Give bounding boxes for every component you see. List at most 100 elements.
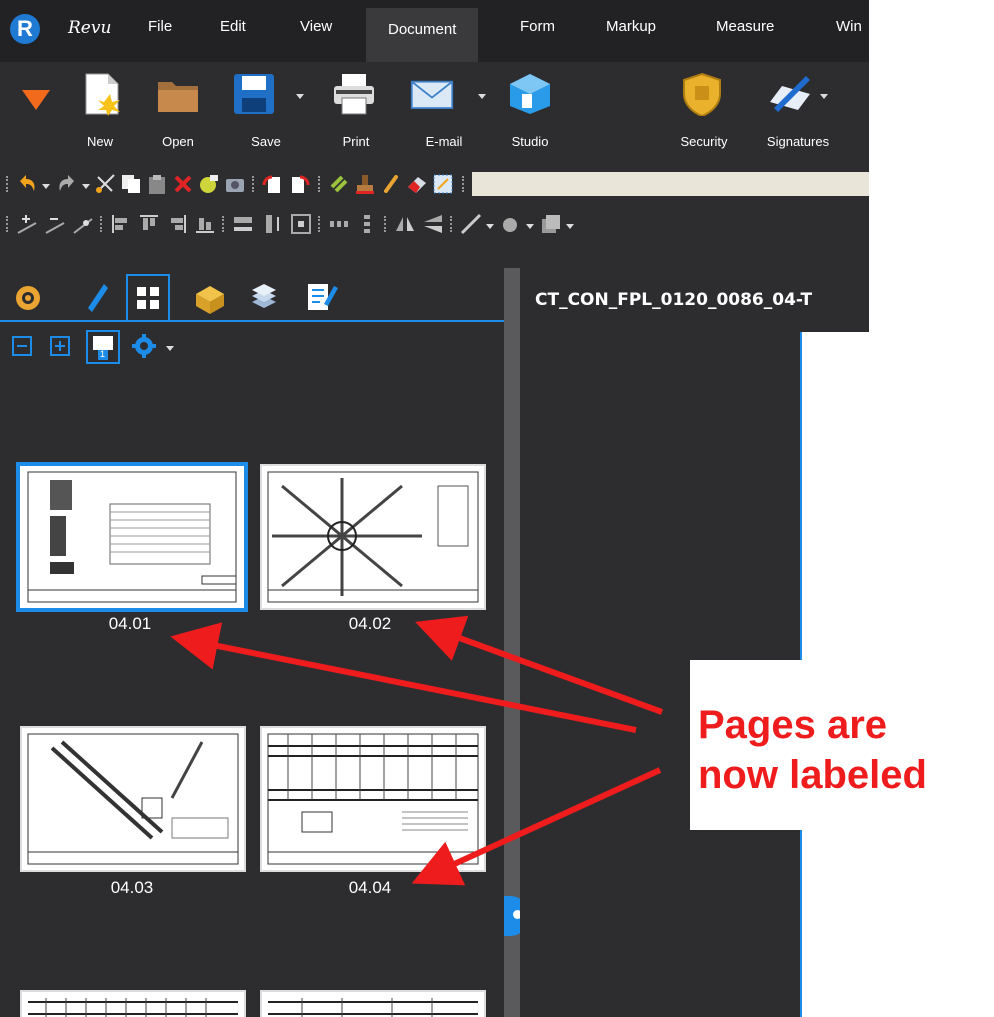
studio-cube-icon[interactable] xyxy=(508,72,552,116)
align-right-icon[interactable] xyxy=(166,213,188,235)
menu-window[interactable]: Win xyxy=(836,18,862,35)
page-thumbnail-1[interactable] xyxy=(16,462,248,612)
signatures-dropdown-icon[interactable] xyxy=(820,94,828,99)
attachment-clip-icon[interactable] xyxy=(380,173,402,195)
settings-dropdown-icon[interactable] xyxy=(166,346,174,351)
capture-region-icon[interactable] xyxy=(432,173,454,195)
rotate-left-icon[interactable] xyxy=(262,173,284,195)
ribbon: New Open Save Print E-mail Studio Securi… xyxy=(0,62,869,162)
studio-button-label[interactable]: Studio xyxy=(495,134,565,149)
revu-logo-icon[interactable]: R xyxy=(10,14,40,44)
undo-icon[interactable] xyxy=(16,173,38,195)
menu-form[interactable]: Form xyxy=(520,18,555,35)
add-point-icon[interactable] xyxy=(16,213,38,235)
align-top-icon[interactable] xyxy=(138,213,160,235)
page-thumbnail-4[interactable] xyxy=(260,726,486,872)
rotate-right-icon[interactable] xyxy=(288,173,310,195)
fill-color-dropdown-icon[interactable] xyxy=(526,224,534,229)
security-button-label[interactable]: Security xyxy=(669,134,739,149)
layers-icon[interactable] xyxy=(244,274,284,318)
printer-icon[interactable] xyxy=(332,72,376,116)
snapshot-camera-icon[interactable] xyxy=(224,173,246,195)
print-button-label[interactable]: Print xyxy=(321,134,391,149)
toolbar-separator xyxy=(462,176,466,192)
delete-icon[interactable] xyxy=(172,173,194,195)
edit-point-icon[interactable] xyxy=(72,213,94,235)
toolbar-input-field[interactable] xyxy=(472,172,869,196)
center-align-icon[interactable] xyxy=(290,213,312,235)
properties-icon[interactable] xyxy=(300,274,340,318)
toolbar-separator xyxy=(100,216,104,232)
distribute-horizontal-icon[interactable] xyxy=(232,213,254,235)
line-color-dropdown-icon[interactable] xyxy=(486,224,494,229)
link-icon[interactable] xyxy=(328,173,350,195)
annotation-text: Pages are now labeled xyxy=(698,703,927,797)
menu-measure[interactable]: Measure xyxy=(716,18,774,35)
thumbnail-drawing xyxy=(267,733,479,865)
fill-color-icon[interactable] xyxy=(500,213,522,235)
opacity-dropdown-icon[interactable] xyxy=(566,224,574,229)
flip-horizontal-icon[interactable] xyxy=(394,213,416,235)
expand-icon[interactable] xyxy=(50,336,70,356)
tape-measure-icon[interactable] xyxy=(198,173,220,195)
menu-view[interactable]: View xyxy=(300,18,332,35)
open-button-label[interactable]: Open xyxy=(143,134,213,149)
space-horizontal-icon[interactable] xyxy=(328,213,350,235)
flip-vertical-icon[interactable] xyxy=(422,213,444,235)
align-toolbar xyxy=(0,204,869,244)
copy-icon[interactable] xyxy=(120,173,142,195)
new-button-label[interactable]: New xyxy=(65,134,135,149)
distribute-vertical-icon[interactable] xyxy=(262,213,284,235)
floppy-disk-icon[interactable] xyxy=(232,72,276,116)
pen-signature-icon[interactable] xyxy=(768,72,812,116)
redo-dropdown-icon[interactable] xyxy=(82,184,90,189)
bookmarks-icon[interactable] xyxy=(74,274,114,318)
page-label-button[interactable]: 1 xyxy=(86,330,120,364)
thumbnails-tab[interactable] xyxy=(126,274,170,320)
page-thumbnail-3[interactable] xyxy=(20,726,246,872)
envelope-icon[interactable] xyxy=(410,72,454,116)
redo-icon[interactable] xyxy=(56,173,78,195)
cut-icon[interactable] xyxy=(94,173,116,195)
page-thumbnail-6[interactable] xyxy=(260,990,486,1017)
email-dropdown-icon[interactable] xyxy=(478,94,486,99)
stamp-icon[interactable] xyxy=(354,173,376,195)
signatures-button-label[interactable]: Signatures xyxy=(763,134,833,149)
space-vertical-icon[interactable] xyxy=(356,213,378,235)
page-thumbnail-2[interactable] xyxy=(260,464,486,610)
thumbnails-panel: 1 04.01 04.02 04.03 04.04 xyxy=(0,268,504,1017)
file-access-icon[interactable] xyxy=(190,274,230,318)
toolbar-separator xyxy=(318,216,322,232)
page-thumbnail-5[interactable] xyxy=(20,990,246,1017)
quick-access-dropdown-icon[interactable] xyxy=(22,90,50,112)
save-button-label[interactable]: Save xyxy=(231,134,301,149)
document-tab-title[interactable]: CT_CON_FPL_0120_0086_04-T xyxy=(535,290,869,310)
undo-dropdown-icon[interactable] xyxy=(42,184,50,189)
save-dropdown-icon[interactable] xyxy=(296,94,304,99)
collapse-icon[interactable] xyxy=(12,336,32,356)
toolbar-separator xyxy=(6,216,10,232)
toolbar-separator xyxy=(318,176,322,192)
toolbar-separator xyxy=(222,216,226,232)
menu-document[interactable]: Document xyxy=(366,8,479,62)
opacity-icon[interactable] xyxy=(540,213,562,235)
paste-icon[interactable] xyxy=(146,173,168,195)
email-button-label[interactable]: E-mail xyxy=(409,134,479,149)
align-bottom-icon[interactable] xyxy=(194,213,216,235)
shield-icon[interactable] xyxy=(680,72,724,116)
new-document-icon[interactable] xyxy=(80,72,124,116)
thumbnail-drawing xyxy=(28,998,238,1017)
thumbnails-icon xyxy=(137,287,159,309)
menu-edit[interactable]: Edit xyxy=(220,18,246,35)
thumbnail-drawing xyxy=(268,998,478,1017)
settings-gear-icon[interactable] xyxy=(132,332,160,360)
eraser-icon[interactable] xyxy=(406,173,428,195)
menu-file[interactable]: File xyxy=(148,18,172,35)
align-left-icon[interactable] xyxy=(110,213,132,235)
folder-icon[interactable] xyxy=(156,72,200,116)
thumbnail-label-1: 04.01 xyxy=(108,614,152,633)
menu-markup[interactable]: Markup xyxy=(606,18,656,35)
line-color-icon[interactable] xyxy=(460,213,482,235)
markups-icon[interactable] xyxy=(8,274,48,318)
remove-point-icon[interactable] xyxy=(44,213,66,235)
